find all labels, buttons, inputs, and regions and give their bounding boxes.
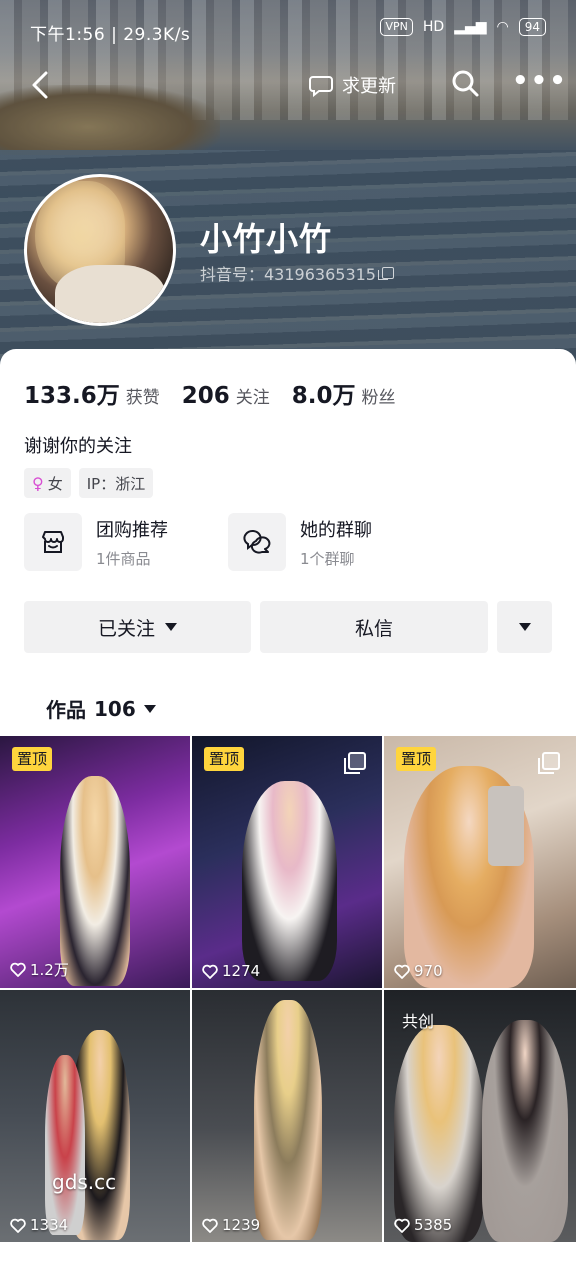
group-chat-subtitle: 1个群聊: [300, 549, 355, 568]
private-message-button[interactable]: 私信: [260, 601, 488, 653]
ip-location-tag: IP：浙江: [78, 468, 154, 498]
copy-icon[interactable]: [377, 267, 394, 280]
stat-followers[interactable]: 8.0万 粉丝: [292, 376, 396, 410]
like-count-value: 5385: [414, 1216, 453, 1234]
heart-icon: [10, 1218, 26, 1233]
profile-entries: 团购推荐 1件商品 她的群聊 1个群聊: [24, 512, 412, 572]
like-count: 5385: [394, 1216, 452, 1234]
phone-in-photo: [488, 786, 524, 866]
video-thumbnail[interactable]: 置顶 970: [384, 736, 576, 988]
heart-icon: [10, 962, 26, 977]
video-grid: 置顶 1.2万 置顶 1274 置顶 970 gds.cc 1334 1239 …: [0, 736, 576, 1242]
refresh-bubble-icon: [309, 76, 333, 97]
like-count: 1.2万: [10, 959, 69, 980]
stat-likes[interactable]: 133.6万 获赞: [24, 376, 160, 410]
hd-indicator: HD: [422, 19, 445, 35]
like-count: 1239: [202, 1216, 260, 1234]
multi-image-icon: [538, 752, 560, 774]
group-buy-entry[interactable]: 团购推荐 1件商品: [24, 512, 208, 572]
video-thumbnail[interactable]: gds.cc 1334: [0, 990, 190, 1242]
heart-icon: [394, 1218, 410, 1233]
chat-group-icon: [228, 513, 286, 571]
heart-icon: [394, 964, 410, 979]
profile-actions: 已关注 私信: [24, 601, 552, 653]
video-thumbnail[interactable]: 1239: [192, 990, 382, 1242]
search-button[interactable]: [450, 68, 482, 100]
pinned-badge: 置顶: [12, 747, 53, 771]
like-count-value: 1274: [222, 962, 261, 980]
pinned-badge: 置顶: [396, 747, 437, 771]
stat-likes-value: 133.6万: [24, 383, 120, 409]
stat-following-label: 关注: [235, 388, 270, 408]
status-bar: 下午1:56 | 29.3K/s VPN HD ▂▄▆ ◠ 94: [0, 14, 576, 48]
video-thumbnail[interactable]: 置顶 1274: [192, 736, 382, 988]
gender-tag: ♀ 女: [24, 468, 71, 498]
profile-tags: ♀ 女 IP：浙江: [24, 468, 154, 498]
stat-following-value: 206: [181, 383, 230, 409]
stat-following[interactable]: 206 关注: [182, 383, 270, 409]
like-count-value: 1334: [30, 1216, 69, 1234]
cocreate-label: 共创: [402, 1012, 435, 1031]
tab-works[interactable]: 作品 106: [46, 694, 156, 723]
like-count: 970: [394, 962, 443, 980]
caret-down-icon: [165, 623, 177, 631]
search-icon: [452, 70, 479, 97]
group-chat-title: 她的群聊: [300, 519, 372, 541]
profile-bio: 谢谢你的关注: [24, 436, 132, 457]
ip-location-label: IP：浙江: [86, 474, 146, 493]
like-count: 1334: [10, 1216, 68, 1234]
video-thumbnail[interactable]: 置顶 1.2万: [0, 736, 190, 988]
caret-down-icon: [518, 623, 531, 631]
request-update-button[interactable]: 求更新: [308, 72, 396, 98]
heart-icon: [202, 964, 218, 979]
works-tab-label: 作品: [46, 698, 86, 722]
watermark-text: gds.cc: [52, 1170, 117, 1194]
female-icon: ♀: [32, 473, 44, 493]
chevron-left-icon: [32, 71, 48, 99]
group-chat-entry[interactable]: 她的群聊 1个群聊: [228, 512, 412, 572]
request-update-label: 求更新: [342, 76, 396, 97]
following-label: 已关注: [97, 617, 155, 640]
signal-icon: ▂▄▆: [454, 19, 487, 35]
top-navigation: 求更新 •••: [0, 62, 576, 108]
stat-likes-label: 获赞: [125, 388, 160, 408]
group-buy-title: 团购推荐: [96, 519, 168, 541]
douyin-id-row[interactable]: 抖音号：43196365315: [200, 261, 394, 285]
vpn-indicator: VPN: [380, 18, 413, 36]
shop-icon: [24, 513, 82, 571]
caret-down-icon: [143, 704, 156, 713]
more-actions-button[interactable]: [497, 601, 552, 653]
stat-followers-label: 粉丝: [361, 388, 396, 408]
heart-icon: [202, 1218, 218, 1233]
ellipsis-icon: •••: [512, 66, 568, 96]
douyin-id-text: 抖音号：43196365315: [200, 265, 376, 284]
stat-followers-value: 8.0万: [291, 383, 356, 409]
like-count: 1274: [202, 962, 260, 980]
avatar[interactable]: [24, 174, 176, 326]
like-count-value: 1.2万: [30, 961, 69, 979]
pinned-badge: 置顶: [204, 747, 245, 771]
group-buy-subtitle: 1件商品: [96, 549, 151, 568]
video-thumbnail[interactable]: 共创 5385: [384, 990, 576, 1242]
back-button[interactable]: [28, 68, 62, 102]
private-message-label: 私信: [354, 617, 393, 640]
like-count-value: 1239: [222, 1216, 261, 1234]
profile-stats: 133.6万 获赞 206 关注 8.0万 粉丝: [24, 376, 396, 410]
gender-label: 女: [47, 474, 63, 493]
more-options-button[interactable]: •••: [512, 68, 568, 94]
profile-nickname: 小竹小竹: [200, 220, 333, 258]
following-button[interactable]: 已关注: [24, 601, 251, 653]
multi-image-icon: [344, 752, 366, 774]
wifi-icon: ◠: [496, 19, 509, 35]
status-time-speed: 下午1:56 | 29.3K/s: [30, 25, 191, 45]
works-tab-count: 106: [94, 696, 136, 721]
like-count-value: 970: [414, 962, 443, 980]
battery-icon: 94: [518, 18, 546, 36]
